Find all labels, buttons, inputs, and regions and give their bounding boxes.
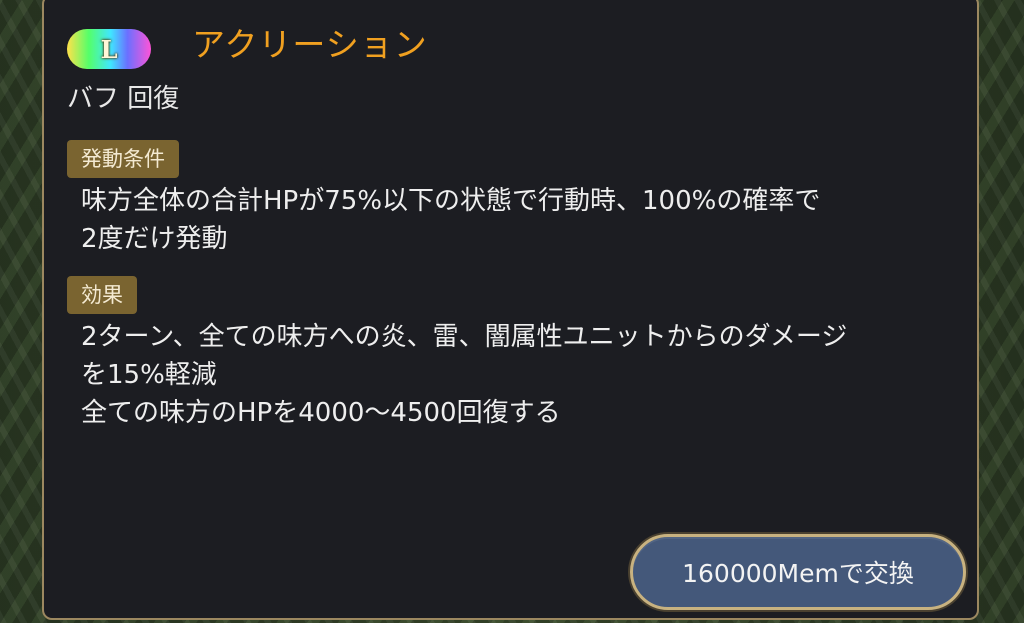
- skill-detail-panel: L アクリーション バフ 回復 発動条件 味方全体の合計HPが75%以下の状態で…: [42, 0, 979, 620]
- skill-name: アクリーション: [192, 25, 428, 64]
- condition-text: 味方全体の合計HPが75%以下の状態で行動時、100%の確率で 2度だけ発動: [81, 182, 961, 258]
- condition-line: 2度だけ発動: [81, 224, 228, 254]
- condition-tag: 発動条件: [67, 140, 179, 178]
- condition-line: 味方全体の合計HPが75%以下の状態で行動時、100%の確率で: [81, 186, 821, 216]
- exchange-button-label: 160000Memで交換: [682, 559, 914, 588]
- rarity-badge: L: [67, 29, 151, 69]
- effect-tag: 効果: [67, 276, 137, 314]
- effect-line: 2ターン、全ての味方への炎、雷、闇属性ユニットからのダメージ: [81, 322, 848, 352]
- rarity-letter: L: [100, 34, 118, 64]
- effect-text: 2ターン、全ての味方への炎、雷、闇属性ユニットからのダメージ を15%軽減 全て…: [81, 318, 961, 432]
- exchange-button[interactable]: 160000Memで交換: [630, 534, 966, 610]
- skill-type: バフ 回復: [67, 84, 180, 114]
- effect-line: 全ての味方のHPを4000〜4500回復する: [81, 398, 561, 428]
- effect-line: を15%軽減: [81, 360, 217, 390]
